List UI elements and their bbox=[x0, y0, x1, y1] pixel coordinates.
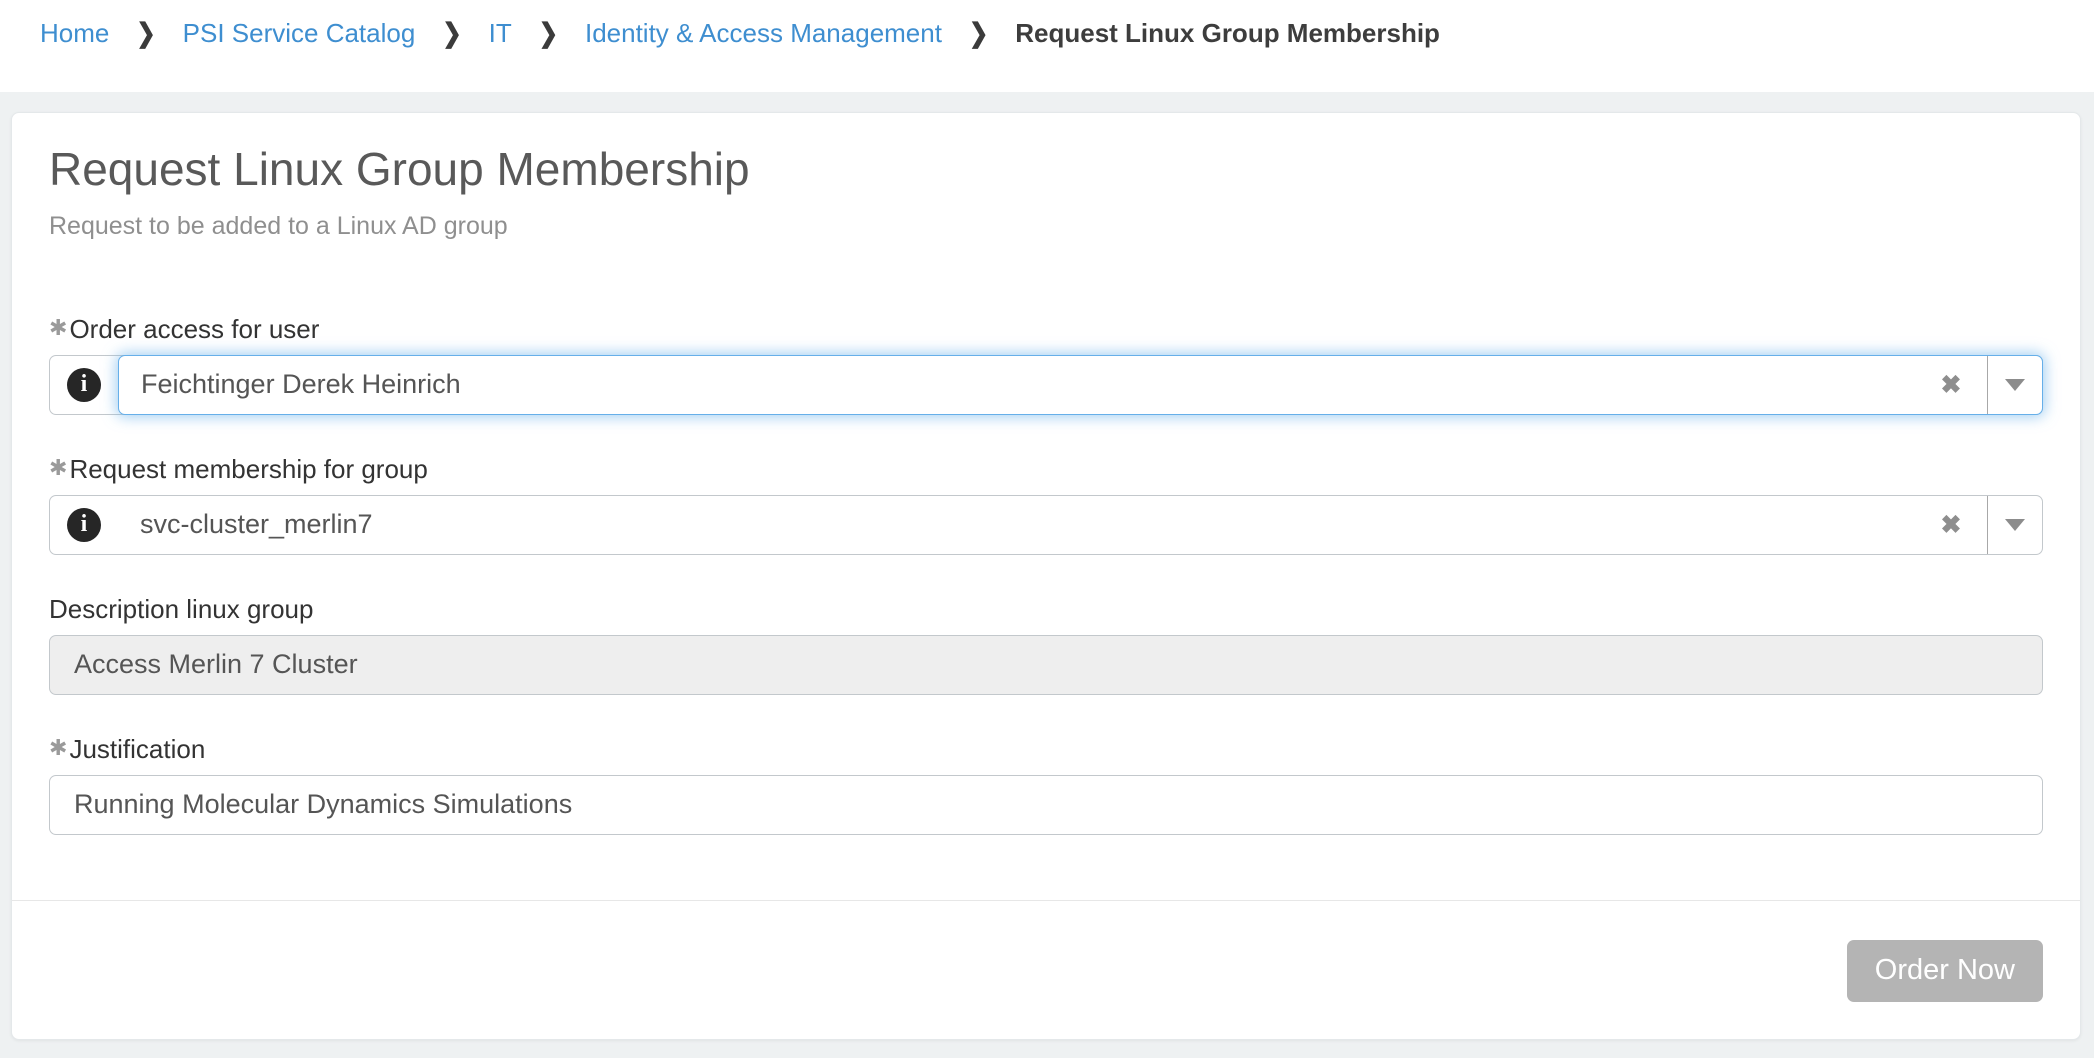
breadcrumb-link-identity-access-management[interactable]: Identity & Access Management bbox=[585, 18, 942, 49]
user-clear-icon[interactable]: ✖ bbox=[1915, 356, 1987, 414]
user-select-group: i Feichtinger Derek Heinrich ✖ bbox=[49, 355, 2043, 415]
group-combobox[interactable]: svc-cluster_merlin7 ✖ bbox=[118, 496, 2042, 554]
required-asterisk-icon: ✱ bbox=[49, 453, 67, 483]
page-title: Request Linux Group Membership bbox=[49, 143, 2043, 196]
required-asterisk-icon: ✱ bbox=[49, 733, 67, 763]
group-info-addon: i bbox=[50, 496, 118, 554]
field-label-text: Request membership for group bbox=[69, 453, 427, 485]
group-dropdown-toggle[interactable] bbox=[1988, 496, 2042, 554]
info-icon[interactable]: i bbox=[67, 508, 101, 542]
user-dropdown-toggle[interactable] bbox=[1988, 356, 2042, 414]
group-selected-value[interactable]: svc-cluster_merlin7 bbox=[118, 496, 1915, 554]
field-justification: ✱ Justification bbox=[49, 733, 2043, 835]
field-label-text: Description linux group bbox=[49, 593, 313, 625]
request-form: ✱ Order access for user i Feichtinger De… bbox=[49, 313, 2043, 835]
chevron-right-icon: ❯ bbox=[442, 17, 461, 48]
field-label-text: Justification bbox=[69, 733, 205, 765]
breadcrumb-link-home[interactable]: Home bbox=[40, 18, 109, 49]
field-order-access-for-user: ✱ Order access for user i Feichtinger De… bbox=[49, 313, 2043, 415]
field-label: ✱ Order access for user bbox=[49, 313, 2043, 345]
page-subtitle: Request to be added to a Linux AD group bbox=[49, 212, 2043, 241]
chevron-right-icon: ❯ bbox=[969, 17, 988, 48]
field-description-linux-group: Description linux group bbox=[49, 593, 2043, 695]
justification-input[interactable] bbox=[49, 775, 2043, 835]
required-asterisk-icon: ✱ bbox=[49, 313, 67, 343]
field-label: ✱ Request membership for group bbox=[49, 453, 2043, 485]
caret-down-icon bbox=[2005, 379, 2025, 391]
chevron-right-icon: ❯ bbox=[539, 17, 558, 48]
breadcrumb-current-page: Request Linux Group Membership bbox=[1015, 18, 1440, 49]
request-form-card: Request Linux Group Membership Request t… bbox=[11, 112, 2081, 1040]
user-combobox[interactable]: Feichtinger Derek Heinrich ✖ bbox=[118, 355, 2043, 415]
group-select-group: i svc-cluster_merlin7 ✖ bbox=[49, 495, 2043, 555]
field-label-text: Order access for user bbox=[69, 313, 319, 345]
group-clear-icon[interactable]: ✖ bbox=[1915, 496, 1987, 554]
user-info-addon: i bbox=[50, 356, 118, 414]
order-now-button[interactable]: Order Now bbox=[1847, 940, 2043, 1002]
chevron-right-icon: ❯ bbox=[136, 17, 155, 48]
caret-down-icon bbox=[2005, 519, 2025, 531]
card-footer: Order Now bbox=[49, 940, 2043, 1002]
field-request-membership-for-group: ✱ Request membership for group i svc-clu… bbox=[49, 453, 2043, 555]
breadcrumb: Home ❯ PSI Service Catalog ❯ IT ❯ Identi… bbox=[0, 0, 2094, 92]
footer-divider bbox=[12, 900, 2080, 901]
user-selected-value[interactable]: Feichtinger Derek Heinrich bbox=[119, 356, 1915, 414]
description-linux-group-input bbox=[49, 635, 2043, 695]
breadcrumb-link-psi-service-catalog[interactable]: PSI Service Catalog bbox=[183, 18, 416, 49]
breadcrumb-link-it[interactable]: IT bbox=[489, 18, 512, 49]
info-icon[interactable]: i bbox=[67, 368, 101, 402]
field-label: ✱ Justification bbox=[49, 733, 2043, 765]
field-label: Description linux group bbox=[49, 593, 2043, 625]
